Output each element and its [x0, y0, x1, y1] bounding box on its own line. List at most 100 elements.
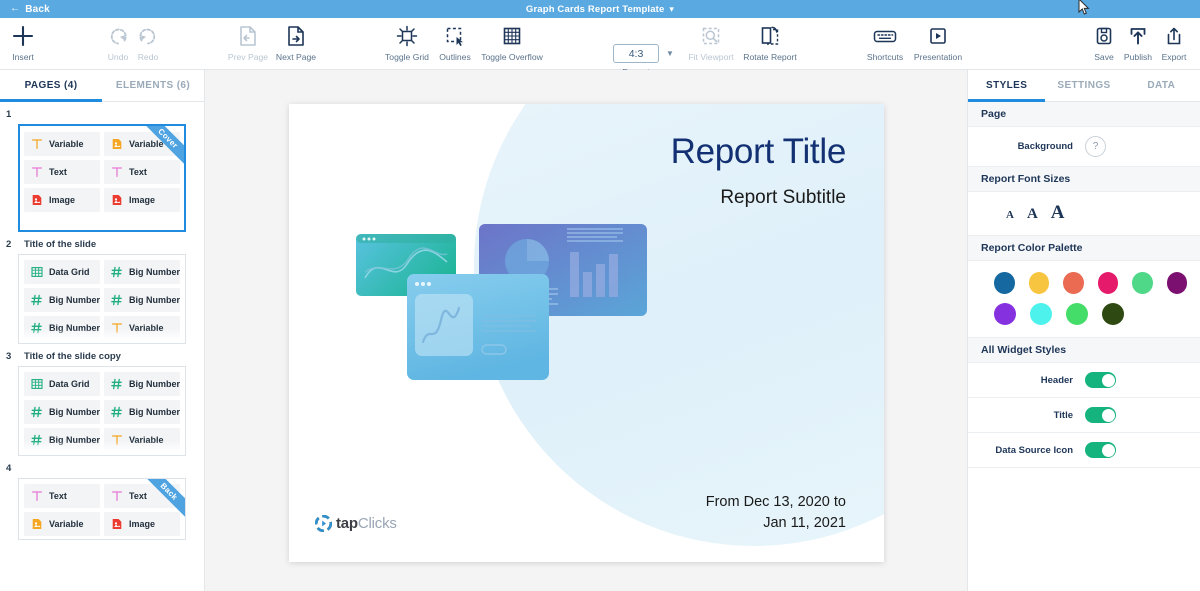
page-header: 1 — [0, 102, 204, 124]
tab-pages[interactable]: PAGES (4) — [0, 70, 102, 101]
widget-style-label: Header — [981, 375, 1085, 386]
format-select[interactable]: 4:3 — [613, 44, 659, 63]
element-label: Image — [49, 195, 75, 205]
tab-settings[interactable]: SETTINGS — [1045, 70, 1122, 101]
element-chip[interactable]: Variable — [24, 132, 100, 156]
element-chip[interactable]: Big Number — [104, 400, 180, 424]
tab-elements[interactable]: ELEMENTS (6) — [102, 70, 204, 101]
widget-style-toggle[interactable] — [1085, 442, 1116, 458]
export-button[interactable]: Export — [1139, 24, 1200, 62]
element-label: Image — [129, 195, 155, 205]
element-chip[interactable]: Big Number — [104, 260, 180, 284]
caret-down-icon[interactable]: ▼ — [666, 49, 674, 58]
page-item[interactable]: 4TextTextVariableImageBack — [0, 456, 204, 540]
tab-styles[interactable]: STYLES — [968, 70, 1045, 101]
element-chip[interactable]: Image — [104, 188, 180, 212]
page-thumbnail[interactable]: TextTextVariableImageBack — [18, 478, 186, 540]
background-value: ? — [1093, 141, 1099, 152]
font-size-option[interactable]: A — [1027, 206, 1038, 223]
text-icon — [111, 490, 123, 502]
element-chip[interactable]: Text — [104, 160, 180, 184]
rotate-report-button[interactable]: Rotate Report — [735, 24, 805, 62]
element-chip[interactable]: Big Number — [24, 316, 100, 340]
color-swatch[interactable] — [1063, 272, 1084, 294]
background-row: Background ? — [968, 127, 1200, 167]
page-item[interactable]: 2Title of the slideData GridBig NumberBi… — [0, 232, 204, 344]
page-header: 3Title of the slide copy — [0, 344, 204, 366]
keyboard-icon — [872, 24, 898, 48]
color-swatch[interactable] — [1030, 303, 1052, 325]
slide-page[interactable]: Report Title Report Subtitle From Dec 13… — [289, 104, 884, 562]
big-number-icon — [111, 378, 123, 390]
element-label: Text — [129, 167, 147, 177]
redo-button[interactable]: Redo — [113, 24, 183, 62]
color-swatch[interactable] — [1102, 303, 1124, 325]
background-color-picker[interactable]: ? — [1085, 136, 1106, 157]
element-label: Big Number — [129, 407, 180, 417]
big-number-icon — [31, 294, 43, 306]
page-thumbnail[interactable]: Data Grid Big Number Big Number Big Number B… — [18, 366, 186, 456]
element-chip[interactable]: Variable — [104, 316, 180, 340]
tab-data[interactable]: DATA — [1123, 70, 1200, 101]
text-icon — [31, 490, 43, 502]
font-size-option[interactable]: A — [1006, 209, 1014, 221]
toggle-knob — [1102, 444, 1115, 457]
presentation-icon — [927, 24, 949, 48]
color-swatch[interactable] — [1029, 272, 1050, 294]
big-number-icon — [31, 434, 43, 446]
element-chip[interactable]: Variable — [104, 428, 180, 452]
back-button[interactable]: ← Back — [10, 4, 50, 15]
element-label: Text — [129, 491, 147, 501]
pages-scrollbar[interactable] — [199, 70, 203, 559]
color-swatch[interactable] — [1132, 272, 1153, 294]
element-chip[interactable]: Variable — [24, 512, 100, 536]
arrow-left-icon: ← — [10, 4, 20, 14]
element-label: Variable — [49, 139, 84, 149]
rotate-report-label: Rotate Report — [743, 52, 797, 62]
thumbnail-elements: Data GridBig NumberBig NumberBig NumberB… — [24, 260, 180, 344]
font-size-option[interactable]: A — [1051, 202, 1065, 224]
section-widget-styles-heading: All Widget Styles — [968, 338, 1200, 363]
element-chip[interactable]: Text — [24, 484, 100, 508]
element-label: Image — [129, 519, 155, 529]
toggle-overflow-label: Toggle Overflow — [481, 52, 543, 62]
widget-style-row: Header — [968, 363, 1200, 398]
page-thumbnail[interactable]: VariableVariableTextTextImageImageCover — [18, 124, 186, 232]
color-swatch[interactable] — [1066, 303, 1088, 325]
page-thumbnail[interactable]: Data GridBig NumberBig NumberBig NumberB… — [18, 254, 186, 344]
element-chip[interactable]: Data Grid — [24, 372, 100, 396]
element-chip[interactable]: Big Number — [24, 400, 100, 424]
big-number-icon — [31, 322, 43, 334]
element-label: Big Number — [129, 295, 180, 305]
next-page-button[interactable]: Next Page — [261, 24, 331, 62]
report-title-menu[interactable]: Graph Cards Report Template▾ — [0, 4, 1200, 15]
element-label: Big Number — [129, 379, 180, 389]
insert-button[interactable]: Insert — [0, 24, 58, 62]
element-chip[interactable]: Image — [24, 188, 100, 212]
color-swatch[interactable] — [994, 303, 1016, 325]
element-chip[interactable]: Big Number — [104, 372, 180, 396]
color-swatch[interactable] — [994, 272, 1015, 294]
widget-style-toggle[interactable] — [1085, 372, 1116, 388]
presentation-button[interactable]: Presentation — [903, 24, 973, 62]
widget-style-row: Title — [968, 398, 1200, 433]
big-number-icon — [111, 406, 123, 418]
toggle-overflow-button[interactable]: Toggle Overflow — [477, 24, 547, 62]
element-chip[interactable]: Big Number — [24, 428, 100, 452]
element-chip[interactable]: Data Grid — [24, 260, 100, 284]
page-item[interactable]: 3Title of the slide copy Data Grid Big Num… — [0, 344, 204, 456]
image-icon — [111, 518, 123, 530]
element-chip[interactable]: Big Number — [24, 288, 100, 312]
page-item[interactable]: 1VariableVariableTextTextImageImageCover — [0, 102, 204, 232]
widget-style-toggle[interactable] — [1085, 407, 1116, 423]
font-size-options[interactable]: AAA — [968, 192, 1200, 236]
color-swatch[interactable] — [1098, 272, 1119, 294]
element-label: Variable — [129, 323, 164, 333]
element-chip[interactable]: Big Number — [104, 288, 180, 312]
plus-icon — [12, 24, 34, 48]
element-chip[interactable]: Image — [104, 512, 180, 536]
element-chip[interactable]: Text — [24, 160, 100, 184]
pages-list[interactable]: 1VariableVariableTextTextImageImageCover… — [0, 102, 204, 591]
report-canvas[interactable]: Report Title Report Subtitle From Dec 13… — [205, 70, 967, 591]
color-swatch[interactable] — [1167, 272, 1188, 294]
